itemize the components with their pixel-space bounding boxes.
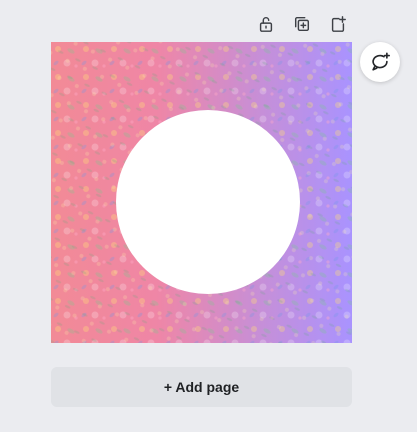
add-comment-button[interactable] (360, 42, 400, 82)
unlock-icon (259, 17, 273, 32)
add-page-icon (331, 16, 346, 32)
circle-frame[interactable] (116, 110, 300, 294)
add-page-toolbar-button[interactable] (324, 10, 352, 38)
design-canvas[interactable] (51, 42, 352, 343)
duplicate-page-icon (294, 16, 310, 32)
duplicate-page-button[interactable] (288, 10, 316, 38)
unlock-button[interactable] (252, 10, 280, 38)
add-comment-icon (372, 52, 390, 71)
add-page-button[interactable]: + Add page (51, 367, 352, 407)
page-toolbar (252, 10, 352, 38)
add-page-label: + Add page (163, 379, 240, 395)
